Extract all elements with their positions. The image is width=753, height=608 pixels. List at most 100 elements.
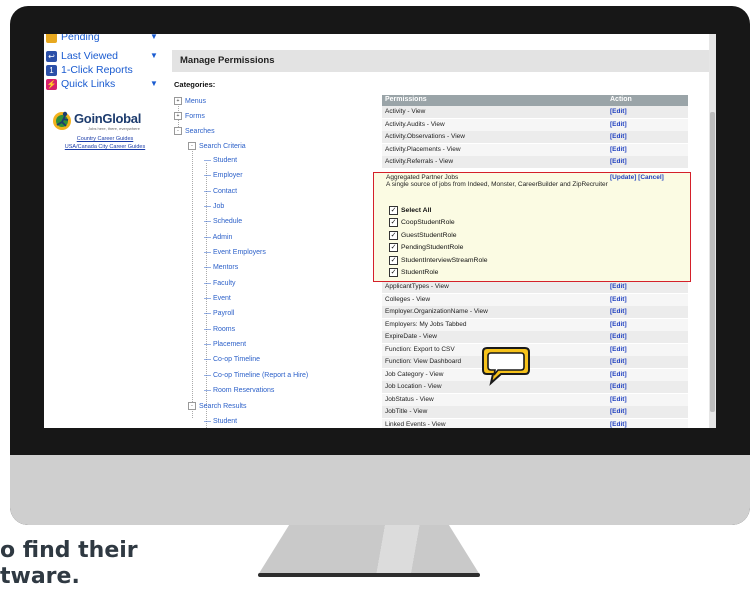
tree-item-label: Schedule [212, 218, 243, 225]
nav-item-1-click-reports[interactable]: 1 1-Click Reports [46, 63, 133, 77]
edit-link[interactable]: [Edit] [610, 108, 627, 115]
role-option-label: PendingStudentRole [401, 244, 464, 251]
checkbox-checked-icon[interactable]: ✓ [389, 218, 398, 227]
country-career-guides-link[interactable]: Country Career Guides [44, 136, 166, 142]
goinglobal-logo[interactable]: GoinGlobal Jobs here, there, everywhere [48, 109, 164, 135]
permission-name: Activity.Placements - View [385, 145, 461, 153]
permission-name: Function: Export to CSV [385, 345, 455, 353]
checkbox-checked-icon[interactable]: ✓ [389, 268, 398, 277]
edit-link[interactable]: [Edit] [610, 408, 627, 415]
edit-link[interactable]: [Edit] [610, 333, 627, 340]
chat-bubble-icon [482, 347, 530, 386]
permission-name: JobTitle - View [385, 408, 428, 415]
checkbox-checked-icon[interactable]: ✓ [389, 205, 398, 215]
tree-item-employer[interactable]: — Employer [204, 172, 243, 179]
nav-item-pending[interactable]: Pending [46, 34, 100, 44]
tree-item-forms[interactable]: + Forms [174, 112, 205, 120]
checkbox-checked-icon[interactable]: ✓ [389, 255, 398, 265]
tree-item-co-op-timeline[interactable]: — Co-op Timeline [204, 356, 260, 363]
chevron-down-icon[interactable]: ▼ [150, 79, 158, 88]
tree-item-student[interactable]: — Student [204, 418, 237, 425]
tree-item-menus[interactable]: + Menus [174, 97, 206, 105]
edit-link[interactable]: [Edit] [610, 121, 627, 128]
edit-link[interactable]: [Edit] [610, 296, 627, 303]
table-row: ExpireDate - View [Edit] [382, 331, 688, 343]
edit-link[interactable]: [Edit] [610, 133, 627, 140]
nav-item-label: 1-Click Reports [61, 64, 133, 76]
tree-item-room-reservations[interactable]: — Room Reservations [204, 387, 274, 394]
pending-icon [46, 34, 57, 43]
permission-edit-panel: Aggregated Partner Jobs A single source … [373, 172, 691, 282]
tree-item-rooms[interactable]: — Rooms [204, 326, 235, 333]
back-arrow-icon: ↩ [46, 50, 57, 62]
role-option[interactable]: ✓ PendingStudentRole [389, 243, 463, 253]
chevron-down-icon[interactable]: ▼ [150, 51, 158, 60]
monitor-stand [258, 525, 480, 575]
edit-link[interactable]: [Edit] [610, 421, 627, 428]
chevron-down-icon[interactable]: ▼ [150, 34, 158, 41]
nav-item-last-viewed[interactable]: ↩ Last Viewed [46, 49, 118, 63]
tree-item-search-results[interactable]: - Search Results [188, 402, 246, 410]
left-navigation: Pending ▼ ↩ Last Viewed ▼ 1 1-Click Repo… [44, 34, 166, 428]
checkbox-checked-icon[interactable]: ✓ [389, 243, 398, 252]
role-option[interactable]: ✓ StudentRole [389, 268, 438, 278]
tree-item-event-employers[interactable]: — Event Employers [204, 249, 266, 256]
edit-link[interactable]: [Edit] [610, 321, 627, 328]
tree-item-label: Admin [212, 234, 233, 241]
edit-link[interactable]: [Edit] [610, 383, 627, 390]
edit-link[interactable]: [Edit] [610, 371, 627, 378]
tree-item-label: Search Results [199, 402, 247, 410]
expand-icon[interactable]: + [174, 112, 182, 120]
role-option-label: Select All [401, 206, 432, 214]
tree-item-faculty[interactable]: — Faculty [204, 280, 236, 287]
tree-item-co-op-timeline-report[interactable]: — Co-op Timeline (Report a Hire) [204, 372, 308, 379]
tree-item-job[interactable]: — Job [204, 203, 224, 210]
table-row: Function: View Dashboard [Edit] [382, 356, 688, 368]
tree-item-schedule[interactable]: — Schedule [204, 218, 242, 225]
nav-item-quick-links[interactable]: ⚡ Quick Links [46, 77, 115, 91]
tree-item-label: Employer [212, 172, 243, 179]
edit-link[interactable]: [Edit] [610, 308, 627, 315]
tree-item-event[interactable]: — Event [204, 295, 231, 302]
edit-link[interactable]: [Edit] [610, 346, 627, 353]
tree-item-searches[interactable]: - Searches [174, 127, 215, 135]
table-row: Employers: My Jobs Tabbed [Edit] [382, 318, 688, 331]
tree-item-label: Payroll [212, 310, 235, 317]
update-cancel-links[interactable]: [Update] [Cancel] [610, 174, 664, 181]
role-option[interactable]: ✓ CoopStudentRole [389, 218, 455, 228]
expand-icon[interactable]: + [174, 97, 182, 105]
edit-link[interactable]: [Edit] [610, 358, 627, 365]
tree-item-mentors[interactable]: — Mentors [204, 264, 238, 271]
permission-name: Function: View Dashboard [385, 358, 462, 365]
tree-item-label: Rooms [212, 326, 236, 333]
tree-item-admin[interactable]: — Admin [204, 234, 232, 241]
table-row: Job Category - View [Edit] [382, 368, 688, 381]
role-option[interactable]: ✓ StudentInterviewStreamRole [389, 255, 488, 265]
collapse-icon[interactable]: - [188, 402, 196, 410]
nav-item-label: Pending [61, 34, 100, 43]
collapse-icon[interactable]: - [174, 127, 182, 135]
edit-link[interactable]: [Edit] [610, 396, 627, 403]
monitor-screen: Pending ▼ ↩ Last Viewed ▼ 1 1-Click Repo… [44, 34, 716, 428]
scrollbar-thumb[interactable] [710, 112, 715, 412]
tree-item-search-criteria[interactable]: - Search Criteria [188, 142, 246, 150]
tree-item-label: Contact [212, 188, 238, 195]
role-option[interactable]: ✓ Select All [389, 205, 431, 215]
tree-connector [192, 148, 193, 418]
tree-item-placement[interactable]: — Placement [204, 341, 246, 348]
edit-link[interactable]: [Edit] [610, 283, 627, 290]
role-option[interactable]: ✓ GuestStudentRole [389, 230, 457, 240]
permission-name: Activity.Observations - View [385, 133, 465, 140]
tree-item-label: Room Reservations [212, 387, 275, 394]
tree-item-student[interactable]: — Student [204, 157, 237, 164]
monitor-chin [10, 455, 750, 525]
city-career-guides-link[interactable]: USA/Canada City Career Guides [44, 144, 166, 150]
collapse-icon[interactable]: - [188, 142, 196, 150]
checkbox-checked-icon[interactable]: ✓ [389, 230, 398, 240]
edit-link[interactable]: [Edit] [610, 146, 627, 153]
edit-link[interactable]: [Edit] [610, 158, 627, 165]
tree-item-label: Event Employers [212, 249, 266, 256]
tree-item-contact[interactable]: — Contact [204, 188, 237, 195]
table-row: Employer.OrganizationName - View [Edit] [382, 306, 688, 318]
tree-item-payroll[interactable]: — Payroll [204, 310, 234, 317]
